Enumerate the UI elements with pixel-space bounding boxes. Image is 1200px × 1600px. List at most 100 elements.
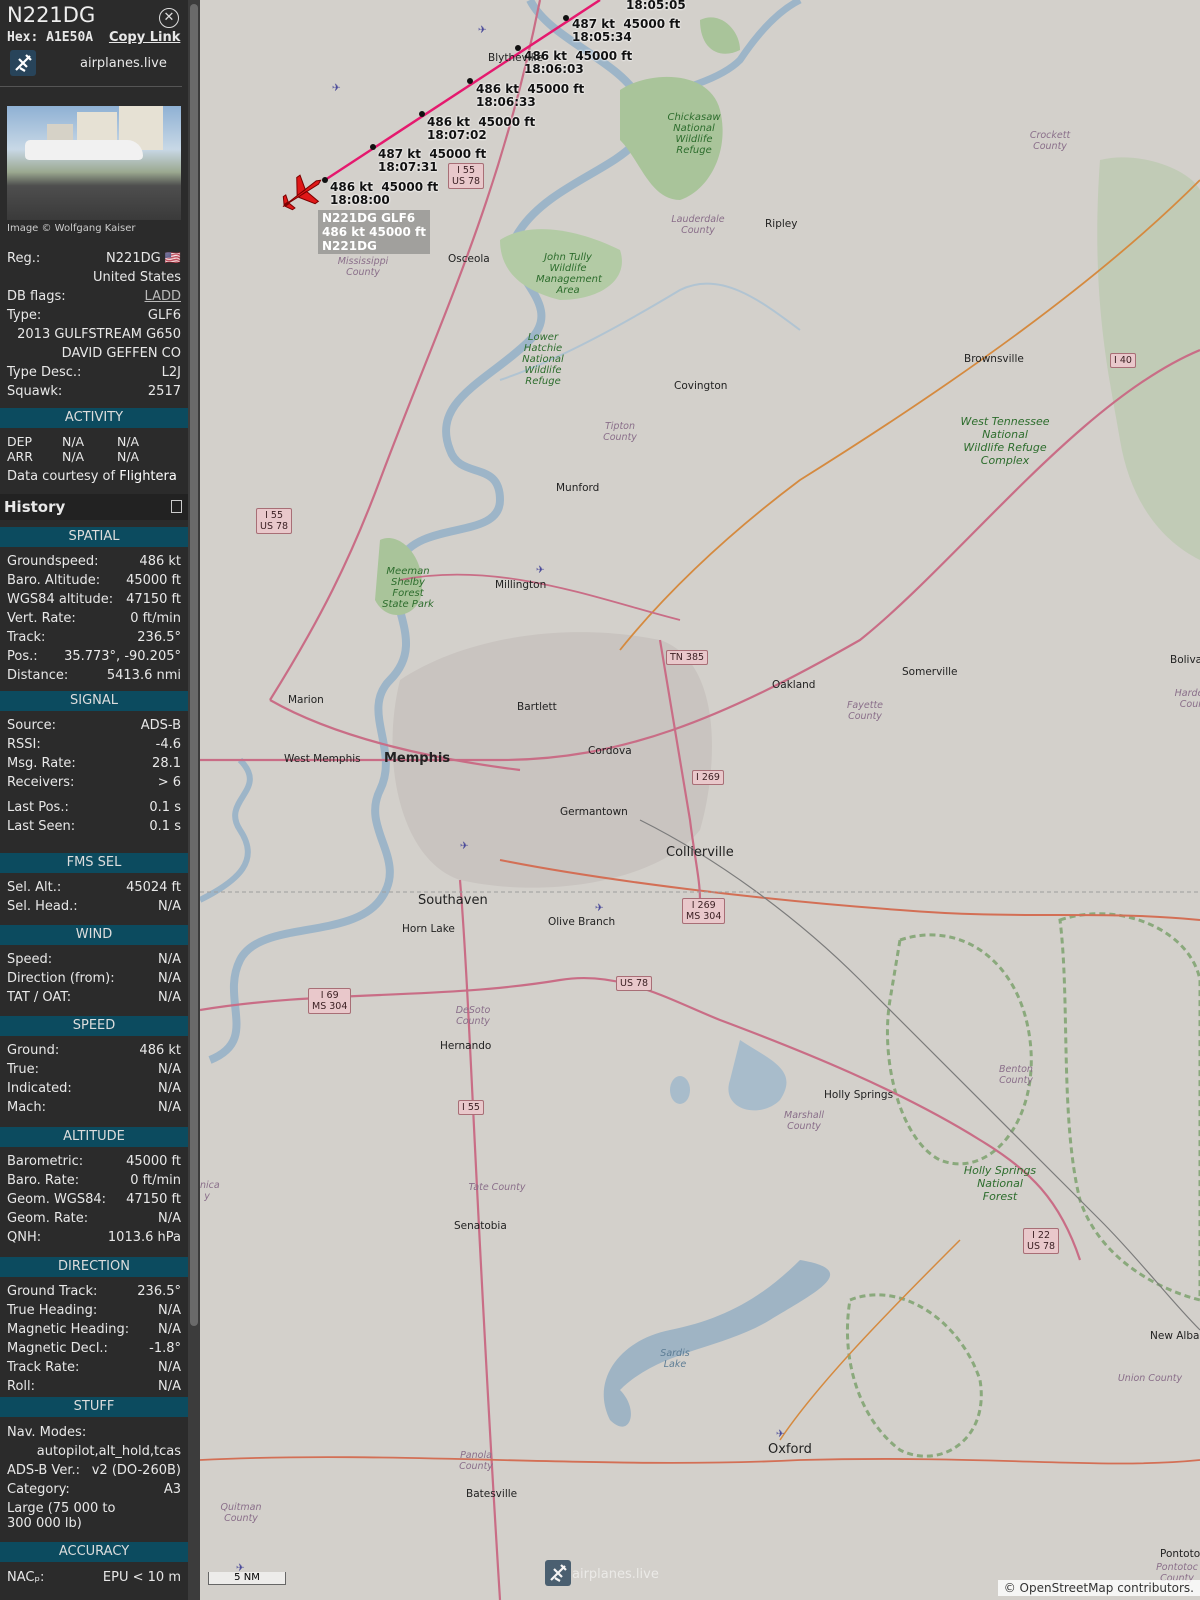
fms-sel-row: Sel. Head.: N/A [7,898,181,916]
altitude-value: 47150 ft [126,1192,181,1207]
watermark-text: airplanes.live [572,1567,659,1582]
airport-icon[interactable]: ✈ [776,1428,785,1440]
speed-row: True: N/A [7,1061,181,1079]
spatial-row: Pos.: 35.773°, -90.205° [7,648,181,666]
track-altitude: 45000 ft [381,180,439,194]
copy-link-button[interactable]: Copy Link [109,30,180,45]
detail-value: GLF6 [147,308,181,323]
signal-label: Receivers: [7,775,75,790]
place-label: Boliva [1170,654,1200,666]
place-label: Pontotoc [1160,1548,1200,1560]
place-label: Osceola [448,253,490,265]
aircraft-photo[interactable] [7,106,181,220]
wind-row: Speed: N/A [7,951,181,969]
signal-row: RSSI: -4.6 [7,736,181,754]
sidebar-scrollbar-thumb[interactable] [190,4,198,1326]
highway-shield: I 40 [1110,353,1136,368]
place-label: West Memphis [284,753,361,765]
history-toggle[interactable]: History [0,494,188,520]
wind-label: TAT / OAT: [7,990,72,1005]
altitude-label: Geom. WGS84: [7,1192,107,1207]
adsb-version-value: v2 (DO-260B) [91,1463,181,1478]
detail-row: Type: GLF6 [7,307,181,325]
airport-icon[interactable]: ✈ [595,902,604,914]
county-label: Lauderdale County [671,214,725,236]
track-altitude: 45000 ft [623,17,681,31]
track-time: 18:06:03 [524,62,584,76]
aircraft-label-line2: 486 kt 45000 ft [322,225,427,239]
altitude-value: N/A [158,1211,181,1226]
map-attribution[interactable]: © OpenStreetMap contributors. [997,1580,1200,1596]
spatial-label: Pos.: [7,649,38,664]
direction-value: N/A [158,1360,181,1375]
place-label: Oxford [768,1442,812,1457]
county-label: DeSoto County [455,1005,491,1027]
aircraft-marker-icon[interactable] [276,174,326,214]
direction-row: Track Rate: N/A [7,1359,181,1377]
county-label: Crockett County [1029,130,1071,152]
altitude-row: Geom. Rate: N/A [7,1210,181,1228]
section-stuff: STUFF [0,1397,188,1417]
airport-icon[interactable]: ✈ [460,840,469,852]
scale-bar: 5 NM [208,1572,286,1585]
park-label: Lower Hatchie National Wildlife Refuge [522,332,564,387]
section-signal: SIGNAL [0,691,188,711]
expand-icon [171,500,182,513]
detail-row: United States [7,269,181,287]
detail-label: Type Desc.: [7,365,82,380]
shield-text: I 269 [691,900,716,911]
place-label: Horn Lake [402,923,455,935]
direction-row: Magnetic Decl.: -1.8° [7,1340,181,1358]
direction-label: Roll: [7,1379,36,1394]
section-accuracy: ACCURACY [0,1542,188,1562]
courtesy-source-link[interactable]: Flightera [119,469,177,484]
direction-value: -1.8° [149,1341,181,1356]
ladd-flag-link[interactable]: LADD [145,288,181,306]
detail-label: Type: [7,308,42,323]
fms-sel-value: N/A [158,899,181,914]
section-speed: SPEED [0,1016,188,1036]
place-label: Olive Branch [548,916,616,928]
stuff-row: Category: A3 [7,1481,181,1499]
direction-label: Track Rate: [7,1360,80,1375]
altitude-value: 1013.6 hPa [107,1230,181,1245]
speed-value: N/A [158,1081,181,1096]
signal-label: Last Seen: [7,819,76,834]
section-direction: DIRECTION [0,1257,188,1277]
track-point-label: 487 kt 45000 ft 18:05:34 [572,18,680,44]
direction-row: True Heading: N/A [7,1302,181,1320]
place-label: Bartlett [517,701,557,713]
detail-value: 2517 [147,384,181,399]
aircraft-label-line1: N221DG GLF6 [322,211,416,225]
speed-value: N/A [158,1062,181,1077]
track-point-label: 486 kt 45000 ft18:05:05 [626,0,734,12]
hex-line: Hex: A1E50A Copy Link [7,30,180,45]
departure-row: DEP N/A N/A [7,434,172,449]
direction-value: 236.5° [137,1284,181,1299]
airplanes-live-link[interactable]: airplanes.live [7,50,177,78]
aircraft-callsign: N221DG [7,3,96,27]
hex-label: Hex: [7,30,39,45]
place-label: Covington [674,380,728,392]
airport-icon[interactable]: ✈ [332,82,341,94]
close-icon[interactable]: ✕ [159,8,179,28]
track-speed: 486 kt [476,82,519,96]
altitude-value: 0 ft/min [130,1173,181,1188]
direction-value: N/A [158,1303,181,1318]
aircraft-label[interactable]: N221DG GLF6 486 kt 45000 ft N221DG [318,210,431,254]
speed-row: Ground: 486 kt [7,1042,181,1060]
airport-icon[interactable]: ✈ [478,24,487,36]
county-label: Harden Coun [1174,688,1200,710]
place-label: Cordova [588,745,632,757]
detail-value: 2013 GULFSTREAM G650 [17,327,181,342]
shield-text: US 78 [452,176,481,187]
airport-icon[interactable]: ✈ [536,564,545,576]
map-view[interactable]: 486 kt 45000 ft18:05:05 487 kt 45000 ft18… [200,0,1200,1600]
highway-shield: I 55 US 78 [256,508,293,534]
altitude-label: QNH: [7,1230,42,1245]
place-label: Oakland [772,679,816,691]
signal-value: 0.1 s [149,800,181,815]
spatial-label: Track: [7,630,46,645]
altitude-row: QNH: 1013.6 hPa [7,1229,181,1247]
detail-row: Reg.: N221DG 🇺🇸 [7,250,181,268]
